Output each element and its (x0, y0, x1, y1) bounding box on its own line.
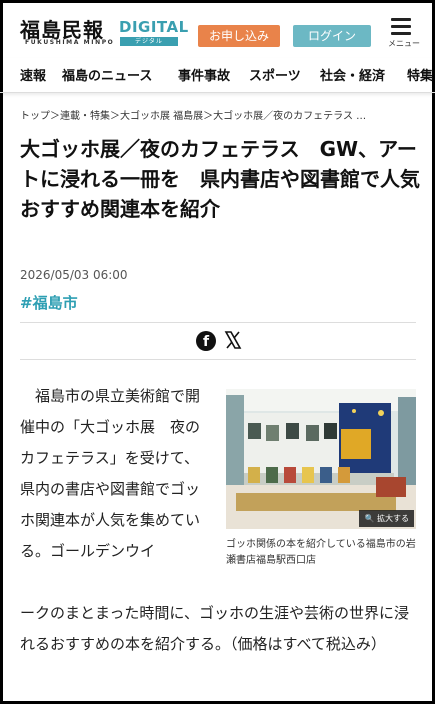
nav-item-sports[interactable]: スポーツ (249, 65, 301, 84)
zoom-button[interactable]: 🔍 拡大する (359, 510, 414, 527)
bookstore-display-image (226, 389, 416, 529)
nav-item-breaking[interactable]: 速報 (20, 65, 46, 84)
nav-item-incidents[interactable]: 事件事故 (178, 65, 230, 84)
x-icon[interactable] (223, 330, 243, 350)
login-button[interactable]: ログイン (293, 25, 371, 47)
nav-item-fukushima-news[interactable]: 福島のニュース (62, 65, 152, 84)
subscribe-button[interactable]: お申し込み (198, 25, 280, 47)
nav-item-features[interactable]: 特集 (407, 65, 433, 84)
breadcrumb[interactable]: トップ＞連載・特集＞大ゴッホ展 福島展＞大ゴッホ展／夜のカフェテラス … (20, 107, 420, 122)
article-date: 2026/05/03 06:00 (20, 268, 128, 282)
article-title: 大ゴッホ展／夜のカフェテラス GW、アートに浸れる一冊を 県内書店や図書館で人気… (20, 137, 435, 221)
zoom-label[interactable]: 拡大する (377, 514, 409, 523)
article-photo[interactable]: 🔍 拡大する (226, 389, 416, 529)
hamburger-menu-icon[interactable] (391, 18, 411, 36)
share-bar: f (20, 322, 416, 360)
lede-text: 福島市の県立美術館で開催中の「大ゴッホ展 夜のカフェテラス」を受けて、県内の書店… (20, 387, 201, 560)
menu-label[interactable]: メニュー (388, 38, 420, 49)
article-body-continued: ークのまとまった時間に、ゴッホの生涯や芸術の世界に浸れるおすすめの本を紹介する。… (20, 604, 409, 653)
nav-item-society-economy[interactable]: 社会・経済 (320, 65, 385, 84)
facebook-icon[interactable]: f (196, 331, 216, 351)
logo-digital-jp: デジタル (120, 37, 178, 46)
logo-romaji: FUKUSHIMA MINPO (25, 39, 115, 46)
category-nav: 速報 福島のニュース 事件事故 スポーツ 社会・経済 特集 (0, 58, 435, 93)
logo-digital: DIGITAL (119, 18, 189, 36)
article-lede: 福島市の県立美術館で開催中の「大ゴッホ展 夜のカフェテラス」を受けて、県内の書店… (20, 381, 200, 567)
photo-caption: ゴッホ関係の本を紹介している福島市の岩瀬書店福島駅西口店 (226, 539, 416, 566)
article-tag[interactable]: #福島市 (20, 292, 78, 313)
site-header: 福島民報 DIGITAL FUKUSHIMA MINPO デジタル お申し込み … (0, 0, 435, 58)
